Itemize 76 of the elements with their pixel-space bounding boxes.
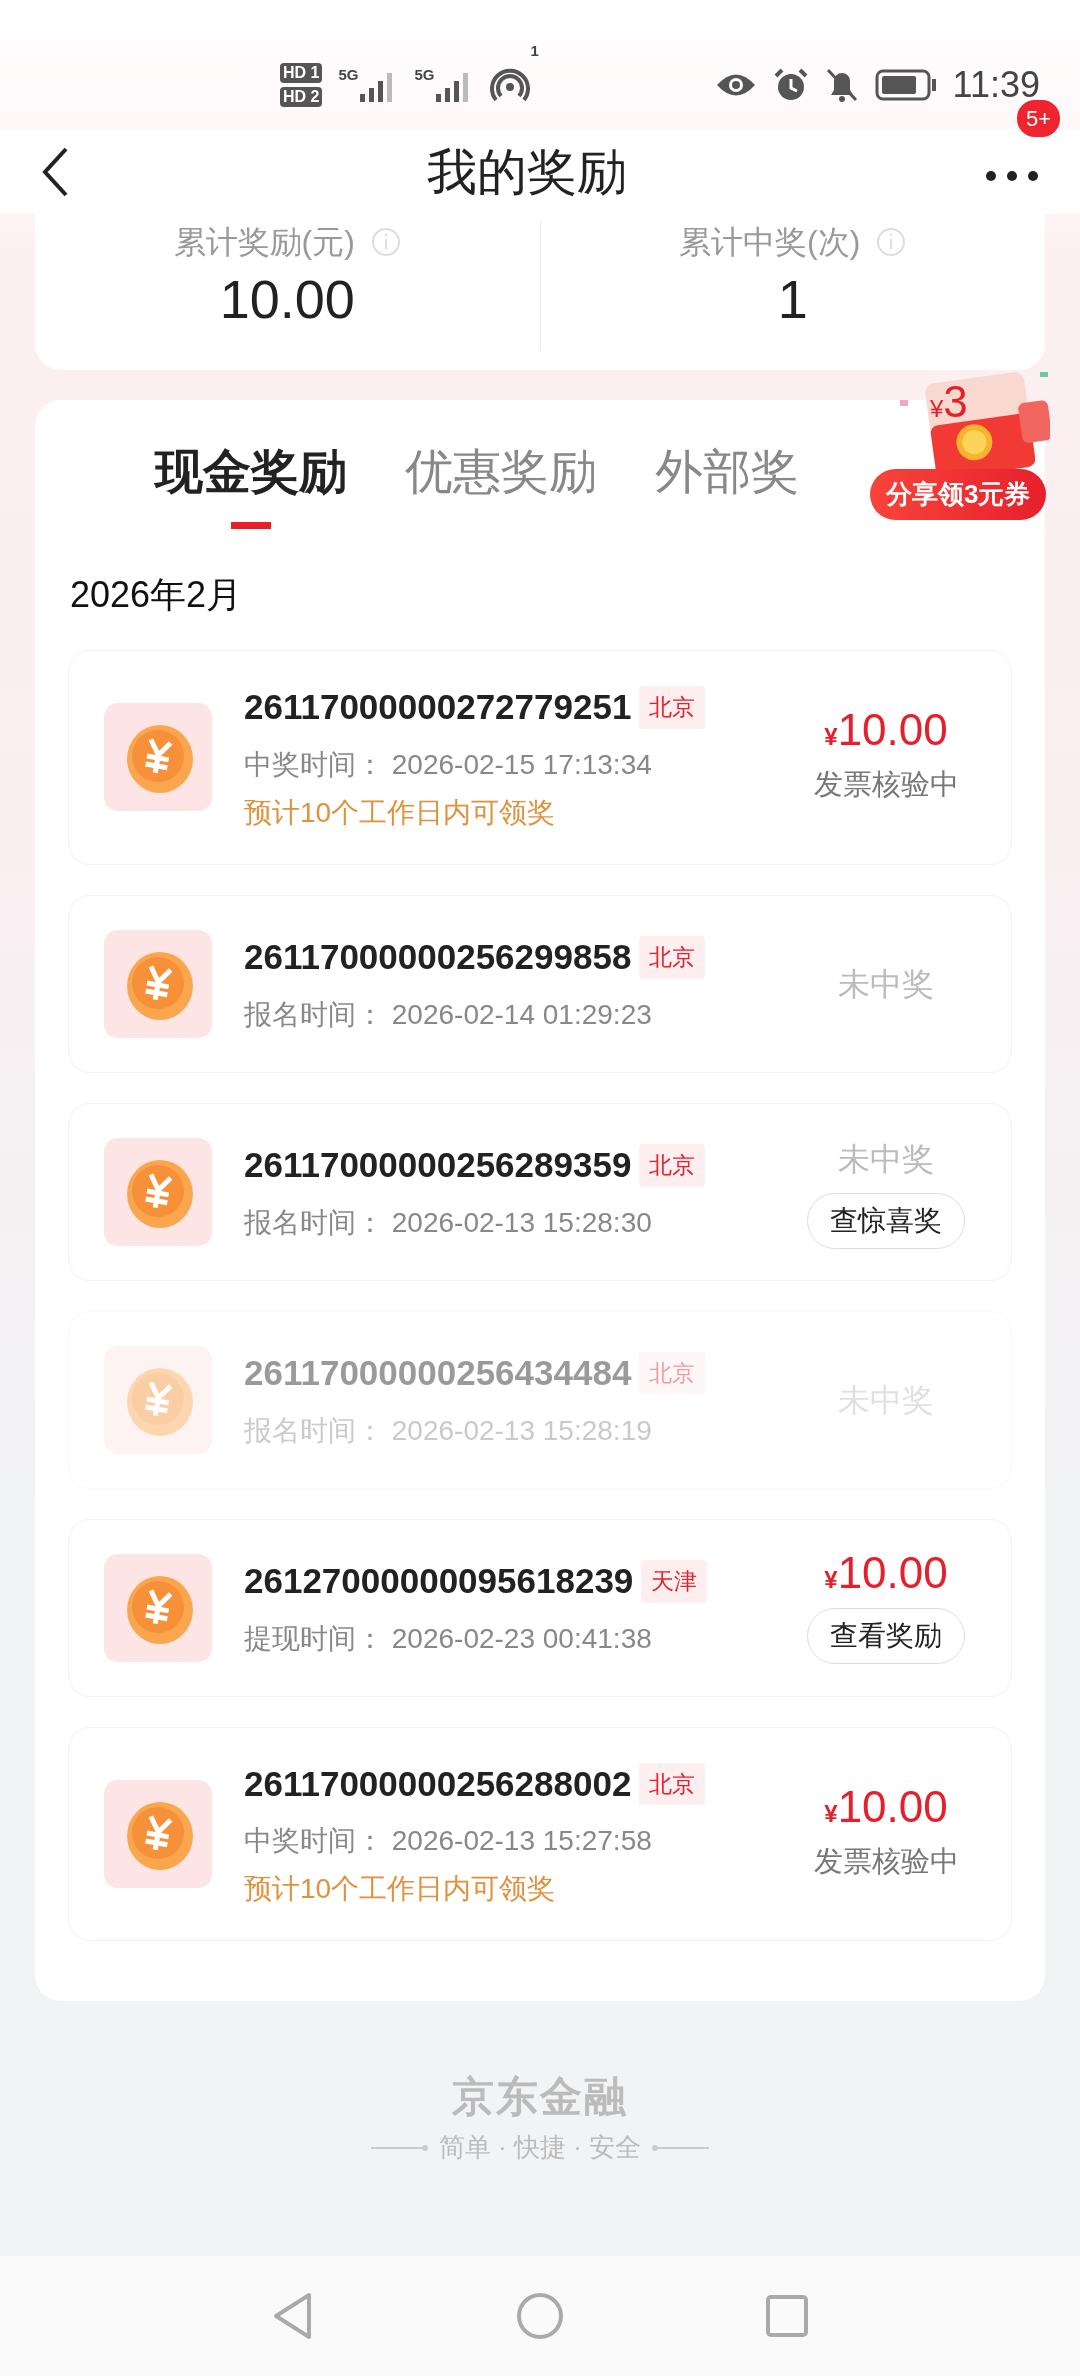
page-title: 我的奖励 <box>427 142 627 202</box>
summary-value: 1 <box>777 270 808 330</box>
reward-action-button[interactable]: 查惊喜奖 <box>807 1192 965 1249</box>
line-ornament-icon <box>649 2143 710 2152</box>
tab[interactable]: 外部奖 <box>655 444 799 530</box>
reward-time: 中奖时间： 2026-02-13 15:27:58 <box>244 1824 653 1858</box>
reward-amount: 10.00 <box>837 1784 948 1829</box>
claim-note: 预计10个工作日内可领奖 <box>244 1872 557 1906</box>
brand-name: 京东金融 <box>452 2072 628 2122</box>
alarm-icon <box>772 67 809 103</box>
claim-note: 预计10个工作日内可领奖 <box>244 795 557 830</box>
reward-number: 26117000000272779251 <box>244 686 632 728</box>
coin-icon <box>104 1779 212 1888</box>
battery-icon <box>874 69 937 101</box>
coin-icon <box>104 703 212 812</box>
info-icon <box>876 227 907 257</box>
coin-icon <box>104 1137 212 1246</box>
share-coupon-button[interactable]: 分享领3元券 <box>870 469 1047 520</box>
reward-time: 报名时间： 2026-02-14 01:29:23 <box>244 997 653 1032</box>
reward-row[interactable]: 26117000000272779251 北京 中奖时间： 2026-02-15 17:13:34 预计10个工作日内可领奖 ¥10.00 发票核验中 <box>68 650 1012 865</box>
city-tag: 北京 <box>639 936 706 979</box>
back-icon <box>40 146 70 198</box>
reward-status: 发票核验中 <box>813 1843 959 1879</box>
reward-row[interactable]: 26117000000256288002 北京 中奖时间： 2026-02-13 15:27:58 预计10个工作日内可领奖 ¥10.00 发票核验中 <box>68 1726 1012 1941</box>
network-label: 5G <box>338 68 359 82</box>
sim-label: HD 1 <box>280 63 323 83</box>
city-tag: 北京 <box>639 1352 706 1395</box>
reward-number: 26117000000256289359 <box>244 1144 632 1187</box>
recents-nav-button[interactable] <box>765 2294 809 2338</box>
more-button[interactable] <box>984 169 1040 183</box>
city-tag: 北京 <box>639 1144 706 1187</box>
tab[interactable]: 现金奖励 <box>155 444 347 530</box>
sim-label: HD 2 <box>280 87 323 107</box>
notification-badge: 5+ <box>1014 98 1062 139</box>
currency-sign: ¥ <box>824 1566 838 1595</box>
reward-time: 中奖时间： 2026-02-15 17:13:34 <box>244 747 653 782</box>
reward-row[interactable]: 26127000000095618239 天津 提现时间： 2026-02-23 00:41:38 ¥10.00 查看奖励 <box>68 1518 1012 1697</box>
more-icon <box>984 169 1040 183</box>
reward-number: 26127000000095618239 <box>244 1560 634 1603</box>
reward-time: 报名时间： 2026-02-13 15:28:30 <box>244 1205 653 1240</box>
home-nav-button[interactable] <box>515 2291 565 2341</box>
tab[interactable]: 优惠奖励 <box>405 444 597 530</box>
reward-amount: 10.00 <box>837 708 948 752</box>
city-tag: 北京 <box>639 1762 706 1805</box>
mute-bell-icon <box>824 67 859 103</box>
coin-icon <box>104 1553 212 1662</box>
envelope-amount: ¥3 <box>930 380 968 424</box>
reward-number: 26117000000256299858 <box>244 936 632 979</box>
reward-row[interactable]: 26117000000256289359 北京 报名时间： 2026-02-13 15:28:30 未中奖 查惊喜奖 <box>68 1102 1012 1281</box>
line-ornament-icon <box>370 2143 431 2152</box>
network-label: 5G <box>414 68 435 82</box>
coin-icon <box>104 1345 212 1454</box>
reward-status: 未中奖 <box>838 1139 934 1179</box>
circle-icon <box>515 2291 565 2341</box>
reward-number: 26117000000256288002 <box>244 1762 632 1805</box>
reward-time: 提现时间： 2026-02-23 00:41:38 <box>244 1621 653 1656</box>
back-button[interactable] <box>40 146 70 198</box>
city-tag: 天津 <box>641 1560 708 1603</box>
summary-label: 累计中奖(次) <box>679 223 861 262</box>
square-icon <box>765 2294 809 2338</box>
hotspot-count: 1 <box>530 44 539 58</box>
info-icon <box>370 227 401 257</box>
currency-sign: ¥ <box>824 723 838 752</box>
city-tag: 北京 <box>639 686 706 729</box>
currency-sign: ¥ <box>824 1799 838 1829</box>
reward-row[interactable]: 26117000000256299858 北京 报名时间： 2026-02-14 01:29:23 未中奖 <box>68 894 1012 1073</box>
reward-status: 未中奖 <box>838 964 934 1004</box>
summary-label: 累计奖励(元) <box>173 223 355 262</box>
reward-number: 26117000000256434484 <box>244 1352 632 1395</box>
summary-value: 10.00 <box>219 270 355 330</box>
brand-slogan: 简单 · 快捷 · 安全 <box>438 2131 642 2164</box>
reward-amount: 10.00 <box>837 1551 948 1595</box>
coin-icon <box>104 929 212 1038</box>
reward-status: 发票核验中 <box>813 767 959 802</box>
reward-action-button[interactable]: 查看奖励 <box>807 1608 965 1664</box>
month-heading: 2026年2月 <box>69 573 244 617</box>
